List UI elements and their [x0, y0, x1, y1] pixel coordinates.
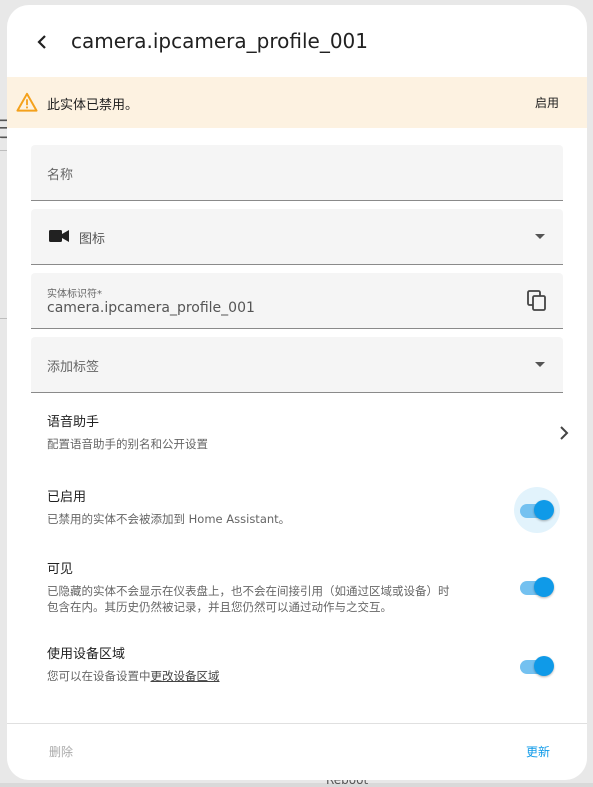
copy-icon[interactable]	[527, 290, 547, 312]
visible-subtitle-line2: 包含在内。其历史仍然被记录，并且您仍然可以通过动作与之交互。	[47, 600, 392, 614]
entity-id-value: camera.ipcamera_profile_001	[47, 300, 255, 316]
enable-button[interactable]: 启用	[535, 94, 559, 111]
delete-button[interactable]: 删除	[49, 743, 73, 760]
update-button[interactable]: 更新	[526, 743, 550, 760]
entity-id-field[interactable]: 实体标识符* camera.ipcamera_profile_001	[31, 273, 563, 329]
voice-assistant-title: 语音助手	[47, 415, 100, 430]
visible-toggle[interactable]	[518, 576, 556, 598]
change-device-area-link[interactable]: 更改设备区域	[151, 669, 220, 683]
dialog-header: camera.ipcamera_profile_001	[7, 5, 587, 77]
icon-field[interactable]: 图标	[31, 209, 563, 265]
use-device-area-title: 使用设备区域	[47, 647, 126, 662]
visible-title: 可见	[47, 562, 74, 577]
use-device-area-subtitle: 您可以在设备设置中更改设备区域	[47, 668, 547, 684]
chevron-left-icon	[37, 35, 46, 49]
entity-id-label: 实体标识符*	[47, 289, 102, 300]
labels-field-placeholder: 添加标签	[47, 360, 100, 375]
labels-field[interactable]: 添加标签	[31, 337, 563, 393]
enabled-title: 已启用	[47, 490, 87, 505]
entity-settings-dialog: camera.ipcamera_profile_001 此实体已禁用。 启用 名…	[7, 5, 587, 780]
name-field[interactable]: 名称	[31, 145, 563, 201]
icon-field-label: 图标	[79, 232, 106, 247]
back-button[interactable]	[27, 27, 57, 57]
visible-subtitle-line1: 已隐藏的实体不会显示在仪表盘上，也不会在间接引用（如通过区域或设备）时	[47, 584, 450, 598]
use-device-area-subtitle-text: 您可以在设备设置中	[47, 669, 151, 683]
voice-assistant-row[interactable]: 语音助手 配置语音助手的别名和公开设置	[47, 414, 569, 452]
chevron-down-icon	[535, 233, 545, 239]
warning-icon	[16, 92, 38, 112]
footer-divider	[7, 723, 587, 724]
visible-row: 可见 已隐藏的实体不会显示在仪表盘上，也不会在间接引用（如通过区域或设备）时 包…	[47, 561, 507, 615]
use-device-area-toggle[interactable]	[518, 655, 556, 677]
chevron-right-icon	[560, 426, 569, 440]
enabled-subtitle: 已禁用的实体不会被添加到 Home Assistant。	[47, 512, 291, 526]
warning-text: 此实体已禁用。	[47, 98, 139, 113]
name-field-placeholder: 名称	[47, 168, 74, 183]
enabled-toggle[interactable]	[518, 499, 556, 521]
dialog-title: camera.ipcamera_profile_001	[71, 29, 368, 53]
disabled-warning-banner: 此实体已禁用。 启用	[7, 77, 587, 128]
video-camera-icon	[49, 230, 69, 242]
enabled-row: 已启用 已禁用的实体不会被添加到 Home Assistant。	[47, 489, 547, 527]
chevron-down-icon	[535, 361, 545, 367]
voice-assistant-subtitle: 配置语音助手的别名和公开设置	[47, 437, 208, 451]
use-device-area-row: 使用设备区域 您可以在设备设置中更改设备区域	[47, 646, 547, 684]
